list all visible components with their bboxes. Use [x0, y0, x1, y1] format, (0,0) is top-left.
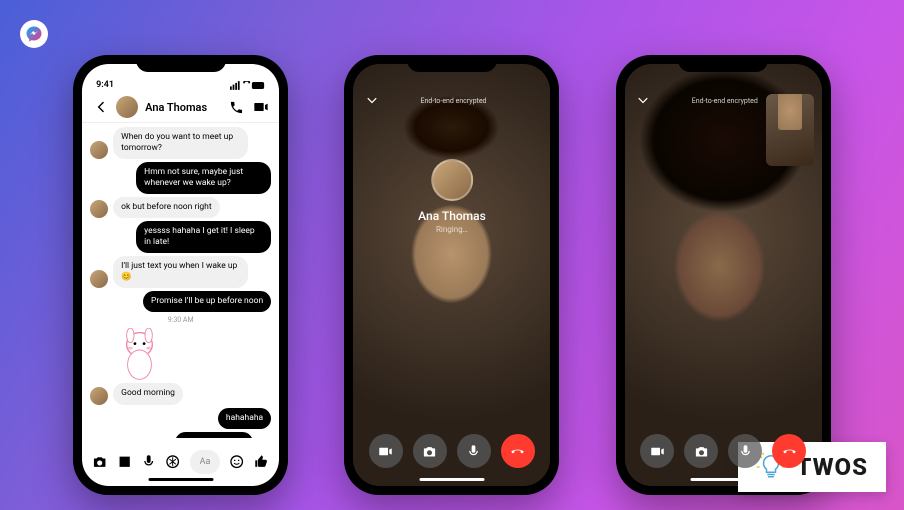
- avatar: [90, 387, 108, 405]
- call-controls: [640, 434, 806, 468]
- message-out: ok ok I'm awake!✓: [90, 432, 271, 438]
- call-status: Ringing…: [418, 225, 486, 234]
- status-time: 9:41: [96, 80, 114, 90]
- video-background: [353, 64, 550, 486]
- audio-call-icon[interactable]: [228, 99, 245, 116]
- gallery-icon[interactable]: [117, 453, 132, 471]
- home-indicator: [691, 478, 756, 481]
- home-indicator: [148, 478, 213, 481]
- message-out: Promise I'll be up before noon: [90, 291, 271, 312]
- message-input[interactable]: Aa: [190, 450, 221, 474]
- caller-info: Ana Thomas Ringing…: [418, 159, 486, 234]
- self-video-pip[interactable]: [766, 94, 814, 166]
- end-call-button[interactable]: [772, 434, 806, 468]
- mute-button[interactable]: [728, 434, 762, 468]
- avatar: [90, 270, 108, 288]
- caller-avatar: [431, 159, 473, 201]
- sticker[interactable]: [112, 328, 167, 383]
- message-in: Good morning: [90, 383, 271, 404]
- chevron-down-icon[interactable]: [635, 92, 652, 109]
- phone-ringing: 9:41 End-to-end encrypted Ana Thomas Rin…: [344, 55, 559, 495]
- home-indicator: [419, 478, 484, 481]
- mute-button[interactable]: [457, 434, 491, 468]
- chevron-down-icon[interactable]: [363, 92, 380, 109]
- contact-name[interactable]: Ana Thomas: [145, 101, 221, 114]
- avatar: [90, 141, 108, 159]
- timestamp: 9:30 AM: [90, 316, 271, 324]
- flip-camera-button[interactable]: [684, 434, 718, 468]
- message-in: I'll just text you when I wake up 😊: [90, 256, 271, 288]
- encryption-label: End-to-end encrypted: [380, 97, 526, 105]
- toggle-video-button[interactable]: [640, 434, 674, 468]
- self-video: [778, 94, 802, 130]
- gif-icon[interactable]: [165, 453, 180, 471]
- like-icon[interactable]: [254, 453, 269, 471]
- status-indicators: [230, 81, 265, 90]
- message-out: Hmm not sure, maybe just whenever we wak…: [90, 162, 271, 194]
- video-call-icon[interactable]: [252, 99, 269, 116]
- avatar: [90, 200, 108, 218]
- mic-icon[interactable]: [141, 453, 156, 471]
- call-controls: [369, 434, 535, 468]
- message-in: When do you want to meet up tomorrow?: [90, 127, 271, 159]
- composer: Aa: [82, 442, 279, 482]
- caller-name: Ana Thomas: [418, 209, 486, 223]
- notch: [136, 55, 226, 72]
- messenger-icon: [25, 25, 43, 43]
- phone-active-call: 9:41 End-to-end encrypted: [616, 55, 831, 495]
- messenger-logo: [20, 20, 48, 48]
- flip-camera-button[interactable]: [413, 434, 447, 468]
- phone-chat: 9:41 Ana Thomas When do you want to meet…: [73, 55, 288, 495]
- message-out: yessss hahaha I get it! I sleep in late!: [90, 221, 271, 253]
- emoji-icon[interactable]: [229, 453, 244, 471]
- chat-header: Ana Thomas: [82, 92, 279, 123]
- notch: [407, 55, 497, 72]
- toggle-video-button[interactable]: [369, 434, 403, 468]
- back-icon[interactable]: [92, 99, 109, 116]
- twos-label: TWOS: [796, 453, 868, 481]
- message-out: hahahaha: [90, 408, 271, 429]
- end-call-button[interactable]: [501, 434, 535, 468]
- avatar[interactable]: [116, 96, 138, 118]
- message-list: When do you want to meet up tomorrow? Hm…: [82, 123, 279, 438]
- call-header: End-to-end encrypted: [353, 92, 550, 109]
- message-in: ok but before noon right: [90, 197, 271, 218]
- notch: [678, 55, 768, 72]
- camera-icon[interactable]: [92, 453, 107, 471]
- caller-video: [353, 64, 550, 486]
